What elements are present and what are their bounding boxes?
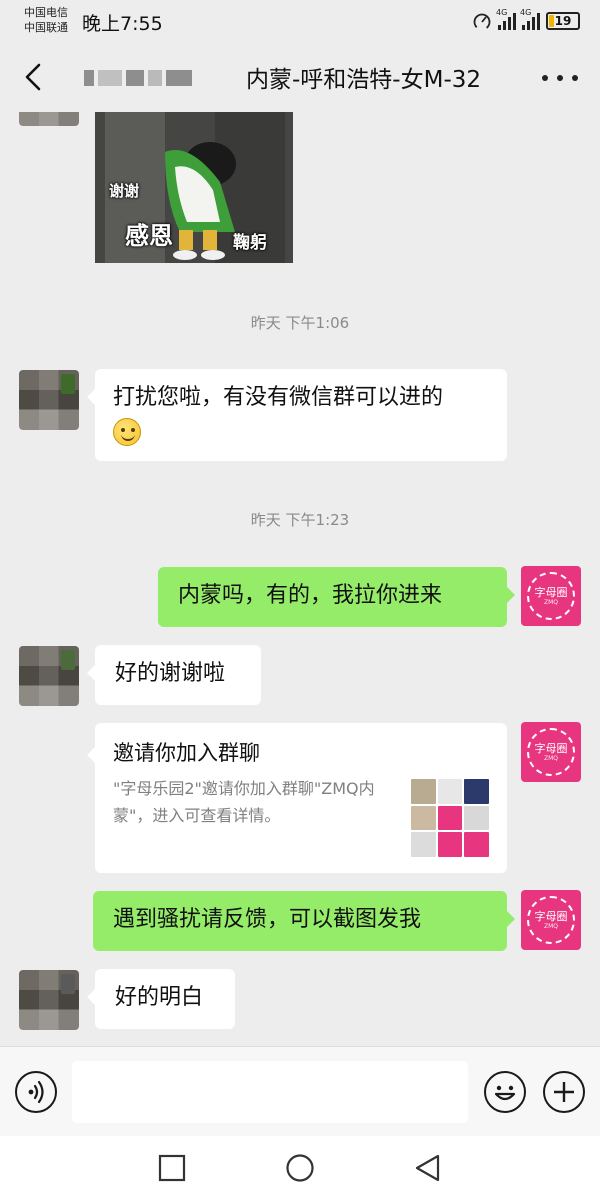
sticker-caption-3: 鞠躬 xyxy=(233,233,267,253)
carrier-1: 中国电信 xyxy=(24,6,68,19)
invite-card-description: "字母乐园2"邀请你加入群聊"ZMQ内蒙"，进入可查看详情。 xyxy=(113,779,375,825)
chevron-left-icon[interactable] xyxy=(18,60,52,94)
carrier-2: 中国联通 xyxy=(24,21,68,34)
status-icons: 4G 4G 19 xyxy=(472,8,580,32)
group-invite-card[interactable]: 邀请你加入群聊 "字母乐园2"邀请你加入群聊"ZMQ内蒙"，进入可查看详情。 xyxy=(87,723,507,873)
input-bar xyxy=(0,1046,600,1136)
status-bar: 中国电信 中国联通 晚上7:55 4G 4G 19 xyxy=(0,0,600,42)
message-input[interactable] xyxy=(72,1061,468,1123)
circle-home-icon[interactable] xyxy=(284,1152,316,1184)
signal-1-icon: 4G xyxy=(496,8,516,30)
message-text: 好的谢谢啦 xyxy=(115,661,226,686)
sticker-caption-2: 感恩 xyxy=(125,222,173,250)
avatar-text: 字母圈 xyxy=(534,585,568,599)
my-avatar[interactable]: 字母圈 ZMQ xyxy=(521,566,581,626)
message-text: 内蒙吗，有的，我拉你进来 xyxy=(178,583,443,608)
sticker-image[interactable]: 谢谢 感恩 鞠躬 xyxy=(95,112,293,263)
status-time: 晚上7:55 xyxy=(82,13,163,35)
more-dots-icon[interactable] xyxy=(542,72,578,84)
speed-gauge-icon xyxy=(473,13,491,31)
plus-icon[interactable] xyxy=(543,1071,585,1113)
signal-2-label: 4G xyxy=(520,8,532,17)
signal-1-label: 4G xyxy=(496,8,508,17)
message-text: 打扰您啦，有没有微信群可以进的 xyxy=(113,385,444,410)
contact-avatar[interactable] xyxy=(19,112,79,126)
message-text: 遇到骚扰请反馈，可以截图发我 xyxy=(113,907,422,932)
timestamp: 昨天 下午1:23 xyxy=(250,511,350,529)
avatar-text: 字母圈 xyxy=(534,909,568,923)
timestamp: 昨天 下午1:06 xyxy=(250,314,350,332)
contact-avatar[interactable] xyxy=(19,646,79,706)
contact-avatar[interactable] xyxy=(19,370,79,430)
battery-icon: 19 xyxy=(546,12,580,30)
chat-title[interactable]: 内蒙-呼和浩特-女M-32 xyxy=(246,60,481,94)
triangle-back-icon[interactable] xyxy=(412,1152,444,1184)
square-recent-icon[interactable] xyxy=(156,1152,188,1184)
carrier-names: 中国电信 中国联通 xyxy=(24,5,68,35)
smile-emoji-icon xyxy=(113,418,141,446)
my-avatar[interactable]: 字母圈 ZMQ xyxy=(521,890,581,950)
message-bubble-incoming[interactable]: 好的谢谢啦 xyxy=(87,645,261,705)
emoji-icon[interactable] xyxy=(484,1071,526,1113)
sticker-caption-1: 谢谢 xyxy=(109,182,140,200)
contact-avatar[interactable] xyxy=(19,970,79,1030)
message-bubble-incoming[interactable]: 好的明白 xyxy=(87,969,235,1029)
avatar-text: 字母圈 xyxy=(534,741,568,755)
my-avatar[interactable]: 字母圈 ZMQ xyxy=(521,722,581,782)
avatar-subtext: ZMQ xyxy=(543,754,558,762)
message-bubble-outgoing[interactable]: 遇到骚扰请反馈，可以截图发我 xyxy=(93,891,515,951)
chat-header: 内蒙-呼和浩特-女M-32 xyxy=(0,42,600,112)
message-text: 好的明白 xyxy=(115,985,204,1010)
avatar-subtext: ZMQ xyxy=(543,598,558,606)
message-list[interactable]: 谢谢 感恩 鞠躬 昨天 下午1:06 打扰您啦，有没有微信群可以进的 昨天 下午… xyxy=(0,112,600,1046)
signal-2-icon: 4G xyxy=(520,8,540,30)
message-bubble-incoming[interactable]: 打扰您啦，有没有微信群可以进的 xyxy=(87,369,507,461)
group-thumbnail xyxy=(411,779,489,857)
redacted-contact-name xyxy=(84,66,214,90)
message-bubble-outgoing[interactable]: 内蒙吗，有的，我拉你进来 xyxy=(158,567,515,627)
system-navigation-bar xyxy=(0,1136,600,1200)
invite-card-title: 邀请你加入群聊 xyxy=(113,741,260,765)
battery-percent: 19 xyxy=(554,14,572,28)
voice-icon[interactable] xyxy=(15,1071,57,1113)
avatar-subtext: ZMQ xyxy=(543,922,558,930)
